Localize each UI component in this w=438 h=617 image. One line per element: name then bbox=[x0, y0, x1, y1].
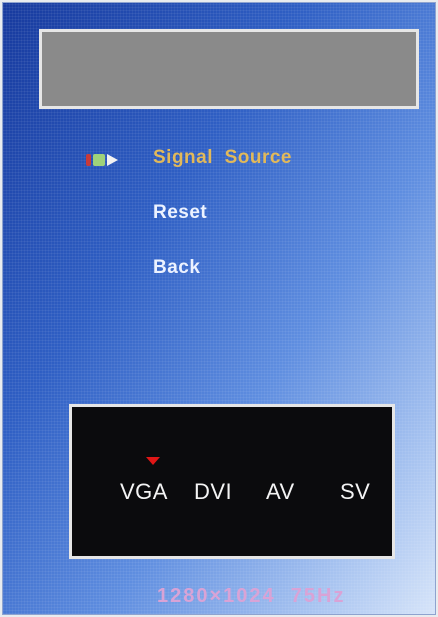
signal-source-panel: VGA DVI AV SV bbox=[69, 404, 395, 559]
selector-pointer-icon bbox=[85, 153, 119, 167]
menu-item-back[interactable]: Back bbox=[153, 257, 200, 279]
triangle-down-icon bbox=[146, 457, 160, 465]
resolution-status: 1280×1024 75Hz bbox=[157, 585, 345, 608]
menu-item-label: Reset bbox=[153, 202, 208, 223]
resolution-text: 1280×1024 75Hz bbox=[157, 585, 346, 607]
menu-item-signal-source[interactable]: Signal Source bbox=[153, 147, 292, 169]
source-option-sv[interactable]: SV bbox=[340, 479, 370, 505]
source-option-dvi[interactable]: DVI bbox=[194, 479, 232, 505]
title-bar bbox=[39, 29, 419, 109]
menu-item-label: Back bbox=[153, 257, 201, 278]
menu-item-reset[interactable]: Reset bbox=[153, 202, 207, 224]
osd-menu: Signal Source Reset Back VGA DVI AV SV 1… bbox=[2, 2, 436, 615]
source-option-vga[interactable]: VGA bbox=[120, 479, 168, 505]
menu-item-label: Signal Source bbox=[153, 147, 292, 168]
source-option-av[interactable]: AV bbox=[266, 479, 295, 505]
